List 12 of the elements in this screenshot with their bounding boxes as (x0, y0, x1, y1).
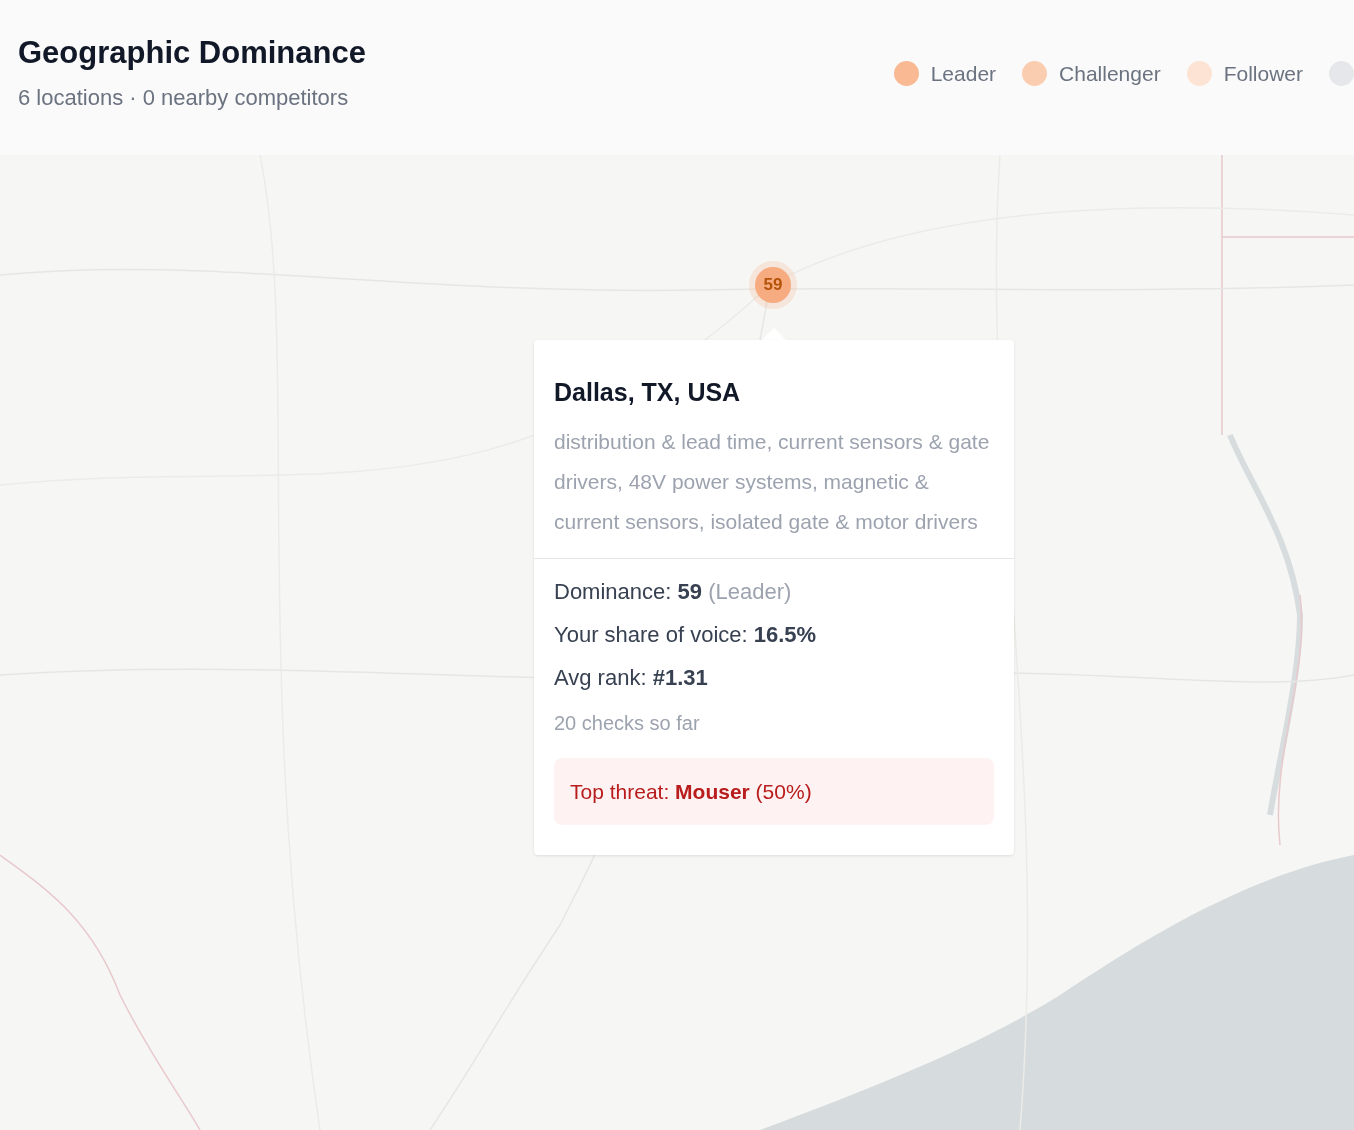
card-title: Geographic Dominance (18, 34, 366, 72)
stat-line: Avg rank: #1.31 (554, 663, 709, 692)
legend-label: Challenger (1059, 61, 1161, 87)
legend-label: Follower (1223, 61, 1303, 87)
tooltip-description: distribution & lead time, current sensors & gate drivers, 48V power systems, magnetic & current sensors, isolated gate & motor drivers (554, 428, 991, 535)
threat-text: Top threat: Mouser (50%) (570, 778, 813, 805)
card-subtitle: 6 locations · 0 nearby competitors (18, 83, 350, 112)
legend-label: Leader (930, 61, 997, 87)
tooltip-title: Dallas, TX, USA (554, 377, 742, 408)
stat-line: Your share of voice: 16.5% (554, 620, 818, 649)
checks-count: 20 checks so far (554, 710, 701, 736)
stat-line: Dominance: 59 (Leader) (554, 577, 793, 606)
